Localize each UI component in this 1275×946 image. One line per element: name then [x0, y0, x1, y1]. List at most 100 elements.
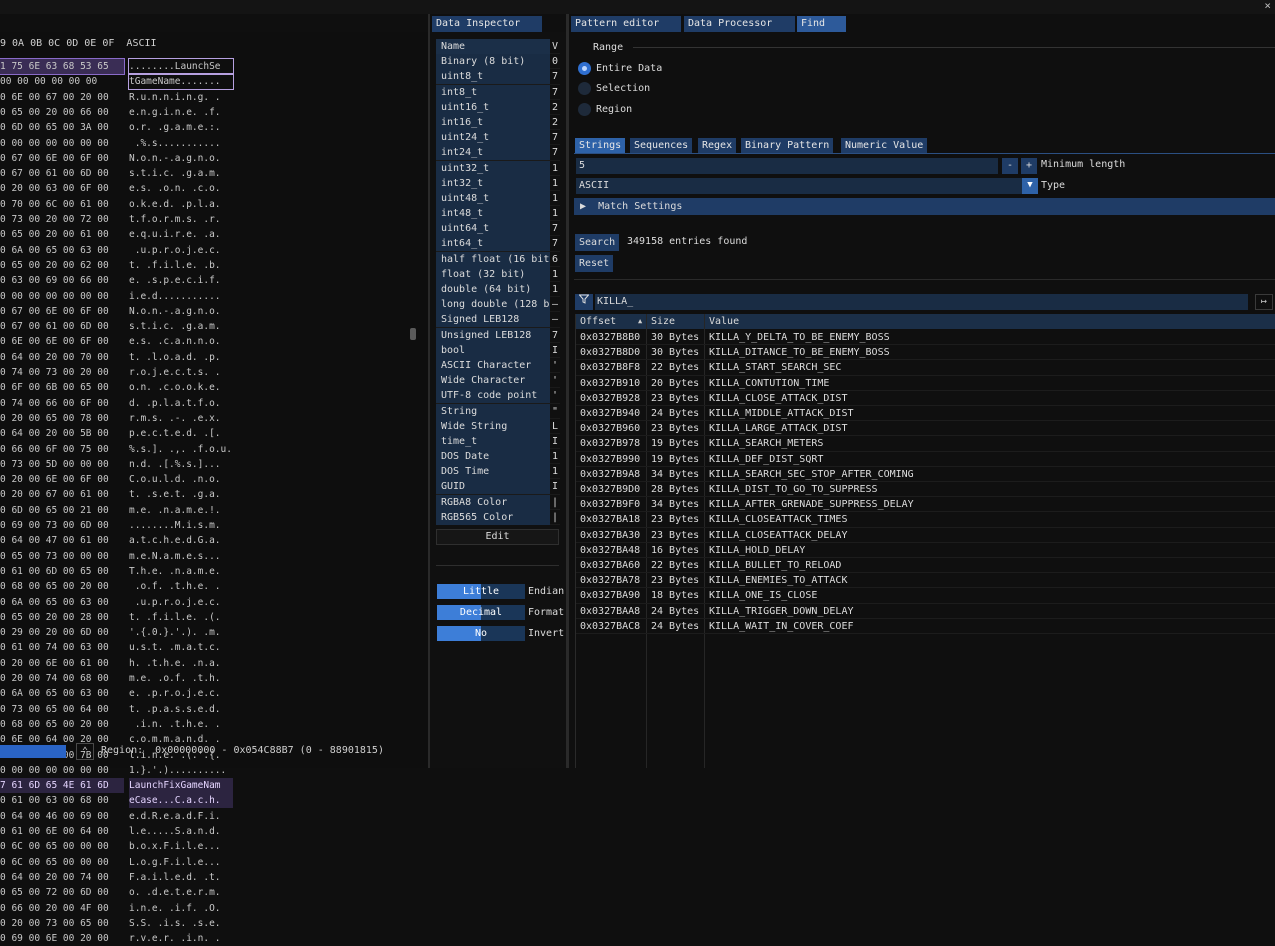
hex-row[interactable]: 0 65 00 20 00 28 00 t. .f.i.l.e. .(.: [0, 610, 240, 625]
hex-bytes[interactable]: 0 20 00 67 00 61 00: [0, 487, 124, 502]
ascii-text[interactable]: b.o.x.F.i.l.e...: [129, 839, 233, 854]
radio-selection-label[interactable]: Selection: [596, 83, 650, 94]
hex-scrollbar-thumb[interactable]: [410, 328, 416, 340]
inspector-row[interactable]: Binary (8 bit) 0: [436, 54, 560, 70]
reset-button[interactable]: Reset: [575, 255, 614, 272]
ascii-text[interactable]: p.e.c.t.e.d. .[.: [129, 426, 233, 441]
hex-bytes[interactable]: 0 74 00 73 00 20 00: [0, 365, 124, 380]
radio-region-label[interactable]: Region: [596, 104, 632, 115]
hex-row[interactable]: 0 65 00 20 00 62 00 t. .f.i.l.e. .b.: [0, 258, 240, 273]
inspector-value[interactable]: 7: [552, 328, 560, 343]
ascii-text[interactable]: N.o.n.-.a.g.n.o.: [129, 151, 233, 166]
hex-row[interactable]: 0 61 00 63 00 68 00 eCase...C.a.c.h.: [0, 793, 240, 809]
hex-bytes[interactable]: 0 66 00 20 00 4F 00: [0, 901, 124, 916]
hex-bytes[interactable]: 0 64 00 20 00 74 00: [0, 870, 124, 885]
inspector-value[interactable]: 6: [552, 252, 560, 267]
inspector-row[interactable]: double (64 bit) 1: [436, 282, 560, 298]
ascii-text[interactable]: d. .p.l.a.t.f.o.: [129, 396, 233, 411]
hex-row[interactable]: 0 73 00 20 00 72 00 t.f.o.r.m.s. .r.: [0, 212, 240, 227]
inspector-value[interactable]: 7: [552, 69, 560, 84]
hex-bytes[interactable]: 0 64 00 47 00 61 00: [0, 533, 124, 548]
hex-row[interactable]: 0 29 00 20 00 6D 00 '.{.0.}.'.). .m.: [0, 625, 240, 640]
hex-row[interactable]: 0 00 00 00 00 00 00 1.}.'.)..........: [0, 763, 240, 778]
hex-row[interactable]: 0 74 00 73 00 20 00 r.o.j.e.c.t.s. .: [0, 365, 240, 380]
hex-bytes[interactable]: 0 61 00 74 00 63 00: [0, 640, 124, 655]
hex-row[interactable]: 0 6E 00 67 00 20 00 R.u.n.n.i.n.g. .: [0, 90, 240, 105]
hex-bytes[interactable]: 1 75 6E 63 68 53 65: [0, 58, 125, 75]
hex-row[interactable]: 0 6E 00 6E 00 6F 00 e.s. .c.a.n.n.o.: [0, 334, 240, 349]
ascii-text[interactable]: N.o.n.-.a.g.n.o.: [129, 304, 233, 319]
ascii-text[interactable]: t. .f.i.l.e. .b.: [129, 258, 233, 273]
inspector-value[interactable]: 7: [552, 130, 560, 145]
hex-row[interactable]: 0 70 00 6C 00 61 00 o.k.e.d. .p.l.a.: [0, 197, 240, 212]
hex-bytes[interactable]: 0 00 00 00 00 00 00: [0, 136, 124, 151]
table-row[interactable]: 0x0327BA18 23 Bytes KILLA_CLOSEATTACK_TIME…: [576, 512, 1275, 528]
hex-bytes[interactable]: 0 6A 00 65 00 63 00: [0, 686, 124, 701]
ascii-text[interactable]: m.e. .n.a.m.e.!.: [129, 503, 233, 518]
ascii-text[interactable]: L.o.g.F.i.l.e...: [129, 855, 233, 870]
inspector-row[interactable]: uint8_t 7: [436, 69, 560, 85]
inspector-row[interactable]: half float (16 bit) 6: [436, 251, 560, 267]
tab-sequences[interactable]: Sequences: [630, 138, 693, 153]
inspector-row[interactable]: GUID I: [436, 479, 560, 495]
hex-row[interactable]: 0 00 00 00 00 00 00 .%.s...........: [0, 136, 240, 151]
edit-button[interactable]: Edit: [436, 529, 559, 545]
hex-row[interactable]: 0 20 00 6E 00 61 00 h. .t.h.e. .n.a.: [0, 656, 240, 671]
tab-numeric-value[interactable]: Numeric Value: [841, 138, 928, 153]
ascii-text[interactable]: a.t.c.h.e.d.G.a.: [129, 533, 233, 548]
hex-row[interactable]: 0 20 00 6E 00 6F 00 C.o.u.l.d. .n.o.: [0, 472, 240, 487]
ascii-text[interactable]: t. .p.a.s.s.e.d.: [129, 702, 233, 717]
chevron-up-icon[interactable]: ⌃: [76, 743, 94, 760]
inspector-value[interactable]: 1: [552, 176, 560, 191]
hex-row[interactable]: 1 75 6E 63 68 53 65 ........LaunchSe: [0, 58, 240, 75]
ascii-text[interactable]: i.n.e. .i.f. .O.: [129, 901, 233, 916]
ascii-text[interactable]: %.s.]. .,. .f.o.u.: [129, 442, 233, 457]
inspector-row[interactable]: Wide Character ': [436, 373, 560, 389]
hex-bytes[interactable]: 0 65 00 20 00 28 00: [0, 610, 124, 625]
tab-strings[interactable]: Strings: [575, 138, 626, 153]
ascii-text[interactable]: h. .t.h.e. .n.a.: [129, 656, 233, 671]
hex-row[interactable]: 0 61 00 74 00 63 00 u.s.t. .m.a.t.c.: [0, 640, 240, 655]
ascii-text[interactable]: o.n. .c.o.o.k.e.: [129, 380, 233, 395]
hex-bytes[interactable]: 0 6E 00 67 00 20 00: [0, 90, 124, 105]
hex-row[interactable]: 0 20 00 65 00 78 00 r.m.s. .-. .e.x.: [0, 411, 240, 426]
inspector-row[interactable]: int32_t 1: [436, 175, 560, 191]
inspector-row[interactable]: int8_t 7: [436, 84, 560, 100]
hex-row[interactable]: 0 64 00 20 00 70 00 t. .l.o.a.d. .p.: [0, 350, 240, 365]
hex-bytes[interactable]: 0 20 00 74 00 68 00: [0, 671, 124, 686]
ascii-text[interactable]: e. .p.r.o.j.e.c.: [129, 686, 233, 701]
hex-bytes[interactable]: 0 65 00 73 00 00 00: [0, 549, 124, 564]
inspector-value[interactable]: ': [552, 373, 560, 388]
ascii-text[interactable]: m.e.N.a.m.e.s...: [129, 549, 233, 564]
table-row[interactable]: 0x0327B990 19 Bytes KILLA_DEF_DIST_SQRT: [576, 452, 1275, 467]
hex-row[interactable]: 0 6C 00 65 00 00 00 b.o.x.F.i.l.e...: [0, 839, 240, 854]
inspector-value[interactable]: ": [552, 404, 560, 419]
hex-bytes[interactable]: 0 73 00 5D 00 00 00: [0, 457, 124, 472]
ascii-text[interactable]: e.s. .c.a.n.n.o.: [129, 334, 233, 349]
radio-entire-data-label[interactable]: Entire Data: [596, 63, 662, 74]
hex-bytes[interactable]: 0 6D 00 65 00 3A 00: [0, 120, 124, 135]
hex-position-bar[interactable]: [0, 745, 66, 758]
table-row[interactable]: 0x0327B978 19 Bytes KILLA_SEARCH_METERS: [576, 436, 1275, 452]
inspector-row[interactable]: Unsigned LEB128 7: [436, 327, 560, 343]
ascii-text[interactable]: o.k.e.d. .p.l.a.: [129, 197, 233, 212]
hex-row[interactable]: 0 65 00 73 00 00 00 m.e.N.a.m.e.s...: [0, 549, 240, 564]
hex-bytes[interactable]: 0 65 00 20 00 62 00: [0, 258, 124, 273]
ascii-text[interactable]: tGameName.......: [128, 73, 234, 91]
tab-binary-pattern[interactable]: Binary Pattern: [741, 138, 834, 153]
hex-bytes[interactable]: 0 67 00 6E 00 6F 00: [0, 304, 124, 319]
hex-row[interactable]: 0 73 00 65 00 64 00 t. .p.a.s.s.e.d.: [0, 702, 240, 717]
tab-regex[interactable]: Regex: [698, 138, 737, 153]
hex-row[interactable]: 0 67 00 6E 00 6F 00 N.o.n.-.a.g.n.o.: [0, 304, 240, 319]
hex-row[interactable]: 0 67 00 6E 00 6F 00 N.o.n.-.a.g.n.o.: [0, 151, 240, 166]
hex-bytes[interactable]: 0 20 00 6E 00 6F 00: [0, 472, 124, 487]
hex-bytes[interactable]: 0 65 00 20 00 66 00: [0, 105, 124, 120]
ascii-text[interactable]: m.e. .o.f. .t.h.: [129, 671, 233, 686]
hex-bytes[interactable]: 0 66 00 6F 00 75 00: [0, 442, 124, 457]
inspector-col-value[interactable]: V: [552, 39, 560, 54]
hex-bytes[interactable]: 0 20 00 65 00 78 00: [0, 411, 124, 426]
ascii-text[interactable]: r.m.s. .-. .e.x.: [129, 411, 233, 426]
ascii-text[interactable]: t. .l.o.a.d. .p.: [129, 350, 233, 365]
inspector-row[interactable]: Wide String L: [436, 418, 560, 434]
inspector-row[interactable]: uint32_t 1: [436, 160, 560, 176]
